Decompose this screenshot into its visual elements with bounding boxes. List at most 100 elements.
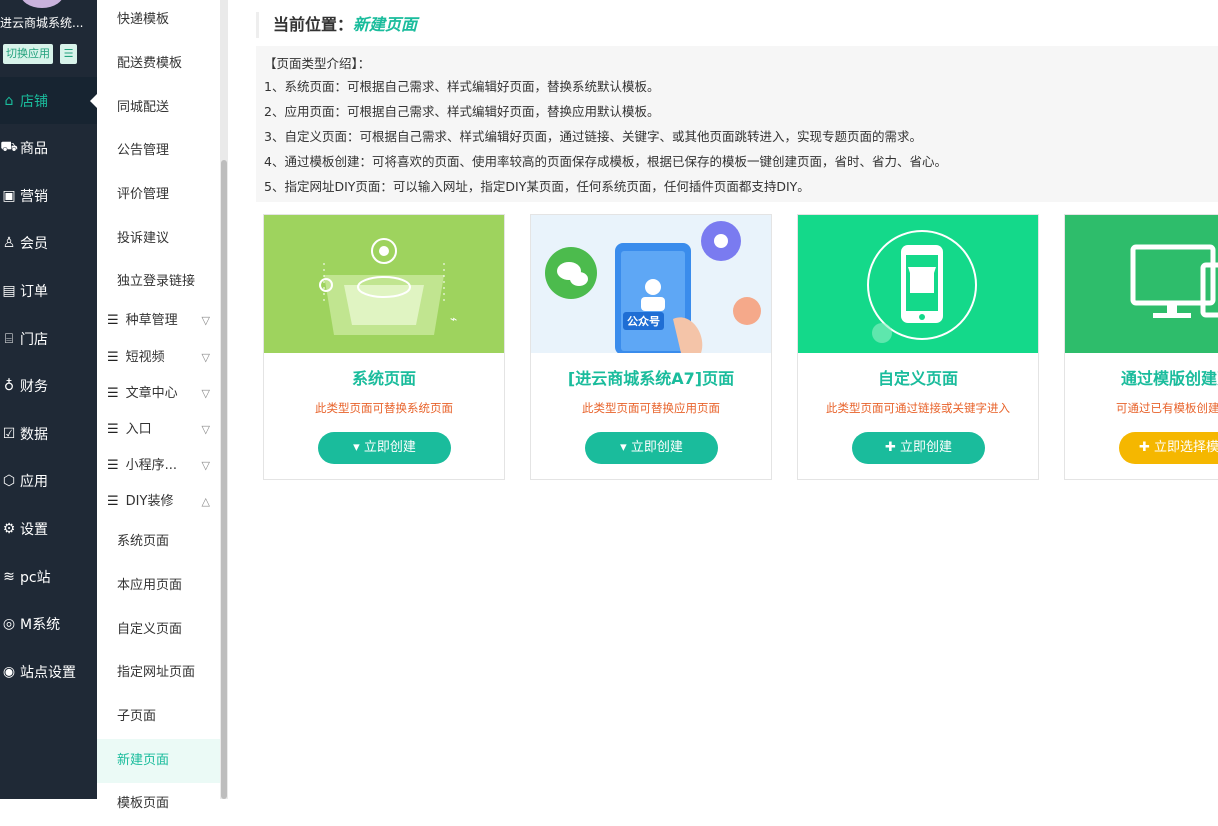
nav-item-m-system[interactable]: ◎ M系统 xyxy=(0,600,97,647)
store-icon: ⌸ xyxy=(4,330,14,347)
card-title: [进云商城系统A7]页面 xyxy=(567,369,735,388)
nav-item-data[interactable]: ☑ 数据 xyxy=(0,410,97,457)
nav-item-shop[interactable]: ⌂ 店铺 xyxy=(0,77,98,124)
nav-item-app[interactable]: ⬡ 应用 xyxy=(0,457,97,504)
submenu-item-express-template[interactable]: 快递模板 xyxy=(97,0,220,42)
app-page-illustration: 公众号 xyxy=(531,215,771,353)
member-icon: ♙ xyxy=(2,234,16,251)
submenu-item-review[interactable]: 评价管理 xyxy=(97,173,220,217)
chevron-down-icon: ▽ xyxy=(201,351,210,364)
chevron-down-icon: ▽ xyxy=(201,459,210,472)
intro-heading: 【页面类型介绍】： xyxy=(264,56,371,71)
nav-item-order[interactable]: ▤ 订单 xyxy=(0,267,97,314)
nav-item-site-settings[interactable]: ◉ 站点设置 xyxy=(0,648,97,695)
switch-list-icon[interactable]: ☰ xyxy=(60,44,77,64)
plus-icon: ✚ xyxy=(884,440,896,455)
create-custom-page-button[interactable]: ✚ 立即创建 xyxy=(852,432,985,464)
submenu-item-child-page[interactable]: 子页面 xyxy=(97,695,220,739)
wechat-phone-icon xyxy=(545,221,761,353)
nav-item-goods[interactable]: ⛟ 商品 xyxy=(0,124,97,171)
main-content: 当前位置：新建页面 【页面类型介绍】： 1、系统页面：可根据自己需求、样式编辑好… xyxy=(228,0,1218,799)
card-custom-page: 自定义页面 此类型页面可通过链接或关键字进入 ✚ 立即创建 xyxy=(797,214,1039,480)
nav-item-pc[interactable]: ≋ pc站 xyxy=(0,553,97,600)
submenu-item-complaint[interactable]: 投诉建议 xyxy=(97,217,220,261)
platform-icon: ⌁ xyxy=(319,238,457,335)
list-icon: ☰ xyxy=(107,350,119,365)
submenu-item-url-page[interactable]: 指定网址页面 xyxy=(97,651,220,695)
submenu-item-same-city[interactable]: 同城配送 xyxy=(97,86,220,130)
chevron-down-icon: ▽ xyxy=(201,314,210,327)
list-icon: ☰ xyxy=(107,458,119,473)
plus-icon: ✚ xyxy=(1138,440,1150,455)
avatar xyxy=(20,0,64,8)
create-system-page-button[interactable]: ▾ 立即创建 xyxy=(318,432,451,464)
card-desc: 可通过已有模板创建新页面 xyxy=(1116,401,1218,415)
card-title: 自定义页面 xyxy=(877,369,958,388)
chevron-down-icon: ▽ xyxy=(201,423,210,436)
submenu-item-template-page[interactable]: 模板页面 xyxy=(97,782,220,826)
shop-name: 进云商城系统... xyxy=(0,16,84,30)
system-page-illustration: ⌁ xyxy=(264,215,504,353)
custom-page-illustration xyxy=(798,215,1038,353)
submenu-group-articles[interactable]: ☰ 文章中心 ▽ xyxy=(97,376,220,412)
submenu-group-grass[interactable]: ☰ 种草管理 ▽ xyxy=(97,303,220,339)
main-sidebar: 进云商城系统... 切换应用 ☰ ⌂ 店铺 ⛟ 商品 ▣ 营销 ♙ 会员 ▤ 订单 ⌸ 门店… xyxy=(0,0,98,799)
submenu-group-miniprogram[interactable]: ☰ 小程序... ▽ xyxy=(97,448,220,484)
pc-icon: ≋ xyxy=(3,568,15,585)
submenu-item-system-page[interactable]: 系统页面 xyxy=(97,520,220,564)
sub-sidebar: 快递模板 配送费模板 同城配送 公告管理 评价管理 投诉建议 独立登录链接 ☰ 种… xyxy=(97,0,220,811)
cart-icon: ⛟ xyxy=(0,138,18,155)
monitor-devices-icon xyxy=(1130,244,1218,318)
svg-text:⌁: ⌁ xyxy=(450,312,457,326)
list-icon: ☰ xyxy=(107,386,119,401)
intro-line: 4、通过模板创建：可将喜欢的页面、使用率较高的页面保存成模板，根据已保存的模板一… xyxy=(264,154,947,169)
m-system-icon: ◎ xyxy=(2,615,16,632)
intro-line: 2、应用页面：可根据自己需求、样式编辑好页面，替换应用默认模板。 xyxy=(264,104,660,119)
phone-store-icon xyxy=(867,230,977,343)
official-account-badge: 公众号 xyxy=(623,312,664,330)
submenu-item-login-link[interactable]: 独立登录链接 xyxy=(97,260,220,304)
submenu-item-delivery-fee-template[interactable]: 配送费模板 xyxy=(97,42,220,86)
breadcrumb: 当前位置：新建页面 xyxy=(256,12,417,38)
app-icon: ⬡ xyxy=(2,472,16,489)
shop-icon: ⌂ xyxy=(4,92,14,109)
intro-line: 1、系统页面：可根据自己需求、样式编辑好页面，替换系统默认模板。 xyxy=(264,79,660,94)
card-app-page: 公众号 [进云商城系统A7]页面 此类型页面可替换应用页面 ▾ 立即创建 xyxy=(530,214,772,480)
submenu-group-entry[interactable]: ☰ 入口 ▽ xyxy=(97,412,220,448)
card-desc: 此类型页面可通过链接或关键字进入 xyxy=(826,401,1010,415)
data-icon: ☑ xyxy=(2,425,16,442)
choose-template-button[interactable]: ✚ 立即选择模板 xyxy=(1119,432,1218,464)
create-app-page-button[interactable]: ▾ 立即创建 xyxy=(585,432,718,464)
template-page-illustration xyxy=(1065,215,1218,353)
order-icon: ▤ xyxy=(2,282,16,299)
submenu-group-diy[interactable]: ☰ DIY装修 △ xyxy=(97,484,220,520)
breadcrumb-current: 新建页面 xyxy=(353,15,418,34)
card-system-page: ⌁ 系统页面 此类型页面可替换系统页面 ▾ 立即创建 xyxy=(263,214,505,480)
nav-item-member[interactable]: ♙ 会员 xyxy=(0,219,97,266)
nav-item-finance[interactable]: ♁ 财务 xyxy=(0,362,97,409)
submenu-group-short-video[interactable]: ☰ 短视频 ▽ xyxy=(97,340,220,376)
list-icon: ☰ xyxy=(107,494,119,509)
marketing-icon: ▣ xyxy=(2,187,16,204)
submenu-item-announcement[interactable]: 公告管理 xyxy=(97,129,220,173)
gear-icon: ⚙ xyxy=(2,520,16,537)
card-desc: 此类型页面可替换应用页面 xyxy=(582,401,720,415)
card-desc: 此类型页面可替换系统页面 xyxy=(315,401,453,415)
intro-line: 3、自定义页面：可根据自己需求、样式编辑好页面，通过链接、关键字、或其他页面跳转… xyxy=(264,129,922,144)
nav-item-settings[interactable]: ⚙ 设置 xyxy=(0,505,97,552)
nav-item-marketing[interactable]: ▣ 营销 xyxy=(0,172,97,219)
finance-icon: ♁ xyxy=(3,377,15,394)
list-icon: ☰ xyxy=(107,313,119,328)
switch-app-button[interactable]: 切换应用 xyxy=(3,44,53,64)
sidebar-scroll-thumb[interactable] xyxy=(221,160,227,799)
page-type-intro: 【页面类型介绍】： 1、系统页面：可根据自己需求、样式编辑好页面，替换系统默认模… xyxy=(256,46,1218,202)
site-settings-icon: ◉ xyxy=(2,663,16,680)
list-icon: ☰ xyxy=(107,422,119,437)
submenu-item-custom-page[interactable]: 自定义页面 xyxy=(97,608,220,652)
caret-down-icon: ▾ xyxy=(620,440,627,455)
submenu-item-app-page[interactable]: 本应用页面 xyxy=(97,564,220,608)
submenu-item-new-page[interactable]: 新建页面 xyxy=(97,739,220,783)
card-template-page: 通过模版创建页面 可通过已有模板创建新页面 ✚ 立即选择模板 xyxy=(1064,214,1218,480)
nav-item-store[interactable]: ⌸ 门店 xyxy=(0,315,97,362)
card-title: 系统页面 xyxy=(351,369,416,388)
